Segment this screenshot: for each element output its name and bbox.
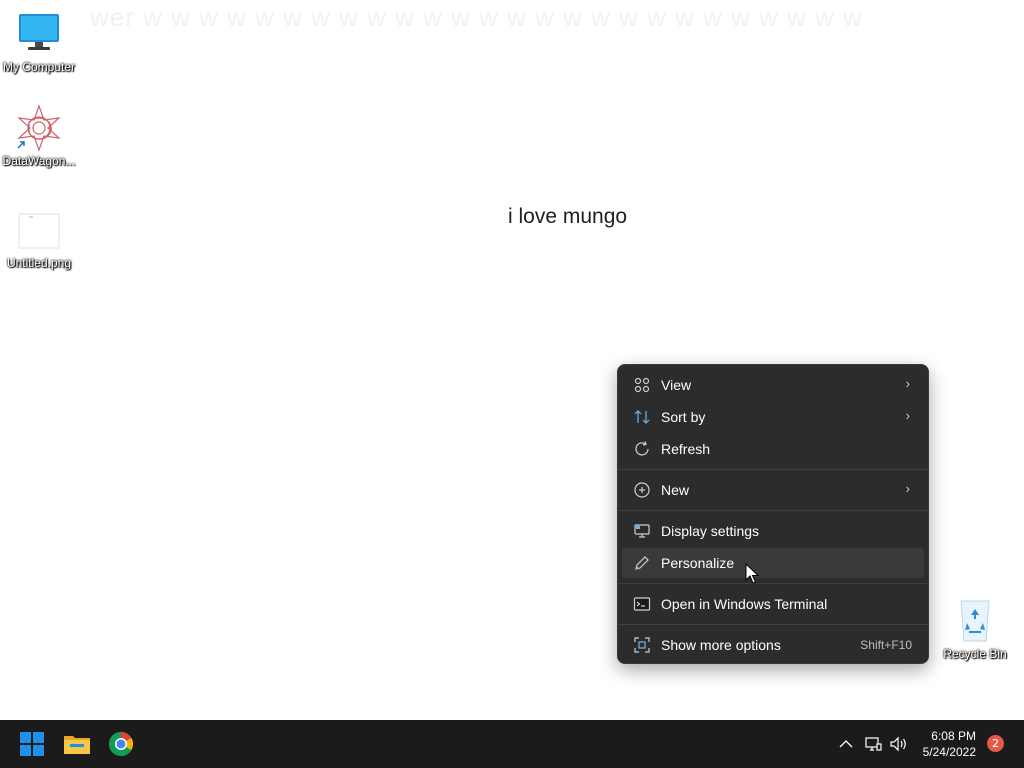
menu-separator: [618, 583, 928, 584]
taskbar: 6:08 PM 5/24/2022: [0, 720, 1024, 768]
background-text: wer w w w w w w w w w w w w w w w w w w …: [90, 2, 863, 32]
monitor-icon: [15, 10, 63, 58]
menu-item-new[interactable]: New ›: [622, 475, 924, 505]
desktop-icon-my-computer[interactable]: My Computer: [0, 10, 79, 74]
chevron-right-icon: ›: [905, 408, 910, 423]
menu-item-label: Open in Windows Terminal: [661, 596, 828, 612]
menu-separator: [618, 469, 928, 470]
mouse-cursor-icon: [745, 563, 759, 584]
menu-item-label: Display settings: [661, 523, 760, 539]
menu-item-personalize[interactable]: Personalize: [622, 548, 924, 578]
menu-item-sort-by[interactable]: Sort by ›: [622, 402, 924, 432]
menu-item-label: Sort by: [661, 409, 706, 425]
menu-separator: [618, 624, 928, 625]
context-menu: View › Sort by › Refresh New › Display s…: [617, 364, 929, 664]
grid-icon: [633, 376, 651, 394]
volume-icon[interactable]: [888, 734, 908, 754]
menu-item-display-settings[interactable]: Display settings: [622, 516, 924, 546]
start-button[interactable]: [16, 728, 48, 760]
chevron-right-icon: ›: [905, 481, 910, 496]
refresh-icon: [633, 440, 651, 458]
desktop-icon-label: My Computer: [2, 60, 76, 74]
clock-time: 6:08 PM: [931, 729, 976, 743]
clock-date: 5/24/2022: [922, 745, 976, 759]
menu-item-open-terminal[interactable]: Open in Windows Terminal: [622, 589, 924, 619]
plus-circle-icon: [633, 481, 651, 499]
taskbar-file-explorer[interactable]: [61, 728, 93, 760]
chrome-icon: [105, 732, 137, 764]
menu-item-label: View: [661, 377, 692, 393]
desktop-icon-label: DataWagon...: [2, 154, 76, 168]
menu-item-shortcut: Shift+F10: [860, 638, 912, 652]
tray-chevron-up-icon[interactable]: [836, 734, 856, 754]
image-file-icon: [15, 206, 63, 254]
display-icon: [633, 522, 651, 540]
desktop-icon-datawagon[interactable]: DataWagon...: [0, 104, 79, 168]
network-icon[interactable]: [863, 734, 883, 754]
clock[interactable]: 6:08 PM 5/24/2022: [923, 728, 976, 760]
desktop-icon-recycle-bin[interactable]: Recycle Bin: [935, 597, 1015, 661]
menu-separator: [618, 510, 928, 511]
folder-icon: [61, 736, 93, 764]
desktop-icon-untitled-png[interactable]: Untitled.png: [0, 206, 79, 270]
expand-icon: [633, 636, 651, 654]
desktop-icon-label: Untitled.png: [6, 256, 72, 270]
desktop-center-text: i love mungo: [508, 205, 628, 228]
menu-item-view[interactable]: View ›: [622, 370, 924, 400]
menu-item-label: Refresh: [661, 441, 711, 457]
menu-item-label: Show more options: [661, 637, 781, 653]
menu-item-show-more-options[interactable]: Show more options Shift+F10: [622, 630, 924, 660]
chevron-right-icon: ›: [905, 376, 910, 391]
menu-item-label: Personalize: [661, 555, 735, 571]
sort-icon: [633, 408, 651, 426]
notification-badge[interactable]: 2: [987, 735, 1004, 752]
terminal-icon: [633, 595, 651, 613]
pen-icon: [633, 554, 651, 572]
menu-item-label: New: [661, 482, 690, 498]
menu-item-refresh[interactable]: Refresh: [622, 434, 924, 464]
recycle-bin-icon: [951, 597, 999, 645]
windows-logo-icon: [16, 732, 48, 764]
datawagon-icon: [15, 104, 63, 152]
taskbar-chrome[interactable]: [105, 728, 137, 760]
desktop[interactable]: wer w w w w w w w w w w w w w w w w w w …: [0, 0, 1024, 720]
desktop-icon-label: Recycle Bin: [943, 647, 1007, 661]
